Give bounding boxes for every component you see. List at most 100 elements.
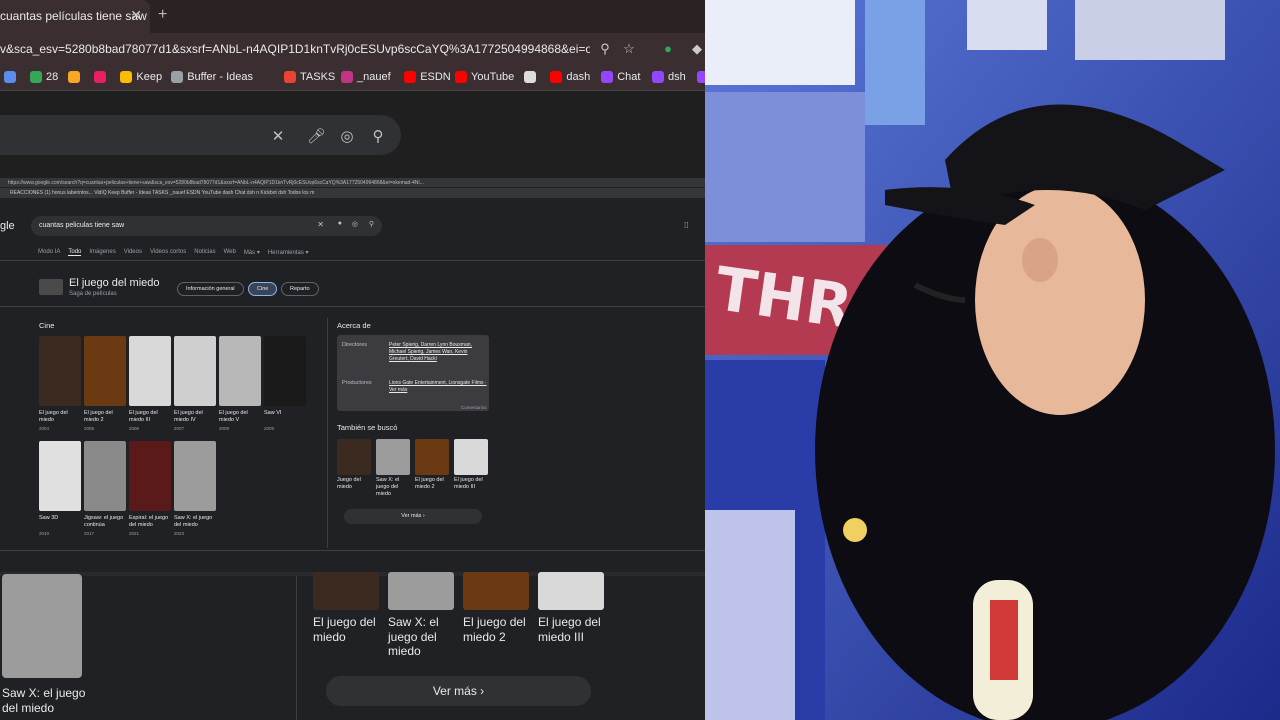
poster-saw-x-large[interactable] (2, 574, 82, 678)
zoom-title[interactable]: El juego del miedo III (538, 615, 608, 644)
search-tab[interactable]: Web (224, 249, 236, 256)
movie-poster[interactable] (174, 441, 216, 511)
new-tab-button[interactable]: + (158, 6, 167, 24)
clear-icon[interactable]: ✕ (269, 127, 287, 145)
extension-icon-2[interactable]: ◆ (689, 41, 705, 57)
extension-icon[interactable]: ● (660, 41, 676, 57)
movie-title[interactable]: El juego del miedo V (219, 410, 263, 424)
browser-tab[interactable]: cuantas películas tiene saw - Bu ✕ (0, 0, 150, 33)
movie-title[interactable]: Saw 3D (39, 515, 83, 522)
movie-poster[interactable] (129, 441, 171, 511)
movie-title[interactable]: Jigsaw: el juego continúa (84, 515, 128, 529)
movie-poster[interactable] (84, 336, 126, 406)
bookmark-icon (171, 71, 184, 83)
search-tab[interactable]: Imágenes (89, 249, 115, 256)
bookmark-item[interactable] (4, 71, 20, 83)
bookmark-item[interactable]: Chat (601, 71, 640, 83)
zoom-title[interactable]: El juego del miedo 2 (463, 615, 533, 644)
also-title[interactable]: Juego del miedo (337, 477, 371, 491)
bookmark-item[interactable]: dsh (652, 71, 686, 83)
chip-reparto[interactable]: Reparto (281, 282, 319, 296)
ver-mas-button[interactable]: Ver más › (326, 676, 591, 706)
zoom-poster[interactable] (313, 572, 379, 610)
also-title[interactable]: Saw X: el juego del miedo (376, 477, 410, 498)
divider-2 (0, 306, 705, 307)
bookmark-item[interactable]: Buffer - Ideas (171, 71, 253, 83)
feedback-link[interactable]: Comentarios (461, 405, 487, 410)
search-tab[interactable]: Videos cortos (150, 249, 186, 256)
also-poster[interactable] (454, 439, 488, 475)
bookmark-item[interactable] (524, 71, 540, 83)
divider (0, 260, 705, 261)
search-tab[interactable]: Todo (68, 249, 82, 256)
bookmark-item[interactable]: TASKS (284, 71, 335, 83)
chip-cine[interactable]: Cine (248, 282, 278, 296)
movie-title[interactable]: El juego del miedo (39, 410, 83, 424)
search-tab[interactable]: Noticias (194, 249, 215, 256)
movie-poster[interactable] (39, 336, 81, 406)
bookmark-star-icon[interactable]: ☆ (621, 41, 637, 57)
movie-poster[interactable] (84, 441, 126, 511)
also-poster[interactable] (337, 439, 371, 475)
kp-title: El juego del miedo (69, 277, 160, 289)
movie-poster[interactable] (264, 336, 306, 406)
search-query: cuantas peliculas tiene saw (39, 222, 125, 229)
movie-year: 2021 (129, 531, 140, 536)
close-tab-icon[interactable]: ✕ (130, 7, 142, 24)
also-title[interactable]: El juego del miedo III (454, 477, 488, 491)
bookmarks-bar: 28 Keep Buffer - Ideas TASKS _nauef ESDN YouTu… (0, 65, 705, 91)
also-title[interactable]: El juego del miedo 2 (415, 477, 449, 491)
movie-poster[interactable] (129, 336, 171, 406)
embedded-bookmarks: REACCIONES (1) honus laberintos... VidIQ… (0, 188, 705, 198)
search-tab[interactable]: Videos (124, 249, 142, 256)
url-text[interactable]: v&sca_esv=5280b8bad78077d1&sxsrf=ANbL-n4… (0, 42, 590, 56)
bookmark-item[interactable]: YouTube (455, 71, 514, 83)
bookmark-item[interactable] (68, 71, 84, 83)
bookmark-label: dsh (668, 71, 686, 83)
address-bar[interactable]: v&sca_esv=5280b8bad78077d1&sxsrf=ANbL-n4… (0, 33, 705, 65)
movie-title[interactable]: Espiral: el juego del miedo (129, 515, 173, 529)
zoom-title[interactable]: Saw X: el juego del miedo (388, 615, 458, 659)
left-title[interactable]: Saw X: el juego del miedo (2, 686, 97, 715)
bookmark-item[interactable]: Keep (120, 71, 162, 83)
zoom-poster[interactable] (538, 572, 604, 610)
bookmark-item[interactable]: n (696, 71, 705, 83)
search-icon-small[interactable]: ⚲ (369, 220, 374, 228)
lens-icon[interactable]: ◎ (338, 127, 356, 145)
zoom-poster[interactable] (388, 572, 454, 610)
bookmark-item[interactable]: ESDN (404, 71, 451, 83)
ver-mas-button-small[interactable]: Ver más › (344, 509, 482, 524)
directors-value[interactable]: Peter Spierig, Darren Lynn Bousman, Mich… (389, 342, 481, 363)
movie-title[interactable]: Saw VI (264, 410, 308, 417)
producers-value[interactable]: Lions Gate Entertainment, Lionsgate Film… (389, 380, 487, 394)
zoom-title[interactable]: El juego del miedo (313, 615, 383, 644)
movie-title[interactable]: El juego del miedo 2 (84, 410, 128, 424)
chip-general[interactable]: Información general (177, 282, 244, 296)
bookmark-item[interactable] (94, 71, 110, 83)
apps-grid-icon[interactable]: ⁞⁞ (684, 221, 688, 230)
microphone-icon-small[interactable]: ● (338, 220, 342, 227)
zoom-poster[interactable] (463, 572, 529, 610)
search-tab[interactable]: Herramientas ▾ (268, 249, 309, 256)
movie-title[interactable]: Saw X: el juego del miedo (174, 515, 218, 529)
bookmark-item[interactable]: 28 (30, 71, 58, 83)
search-tab[interactable]: Modo IA (38, 249, 60, 256)
search-input[interactable]: cuantas peliculas tiene saw ✕ ● ◎ ⚲ (31, 216, 382, 236)
movie-poster[interactable] (219, 336, 261, 406)
movie-title[interactable]: El juego del miedo III (129, 410, 173, 424)
movie-poster[interactable] (174, 336, 216, 406)
microphone-icon[interactable]: 🎤︎ (307, 127, 326, 145)
bookmark-item[interactable]: _nauef (341, 71, 391, 83)
search-tab[interactable]: Más ▾ (244, 249, 260, 256)
bookmark-item[interactable]: dash (550, 71, 590, 83)
movie-title[interactable]: El juego del miedo IV (174, 410, 218, 424)
also-poster[interactable] (415, 439, 449, 475)
also-poster[interactable] (376, 439, 410, 475)
clear-icon-small[interactable]: ✕ (317, 220, 324, 229)
search-icon[interactable]: ⚲ (369, 127, 387, 145)
lens-icon-small[interactable]: ◎ (352, 220, 358, 228)
movie-poster[interactable] (39, 441, 81, 511)
google-logo[interactable]: gle (0, 220, 15, 232)
bookmark-label: Keep (136, 71, 163, 83)
location-icon[interactable]: ⚲ (597, 41, 613, 57)
